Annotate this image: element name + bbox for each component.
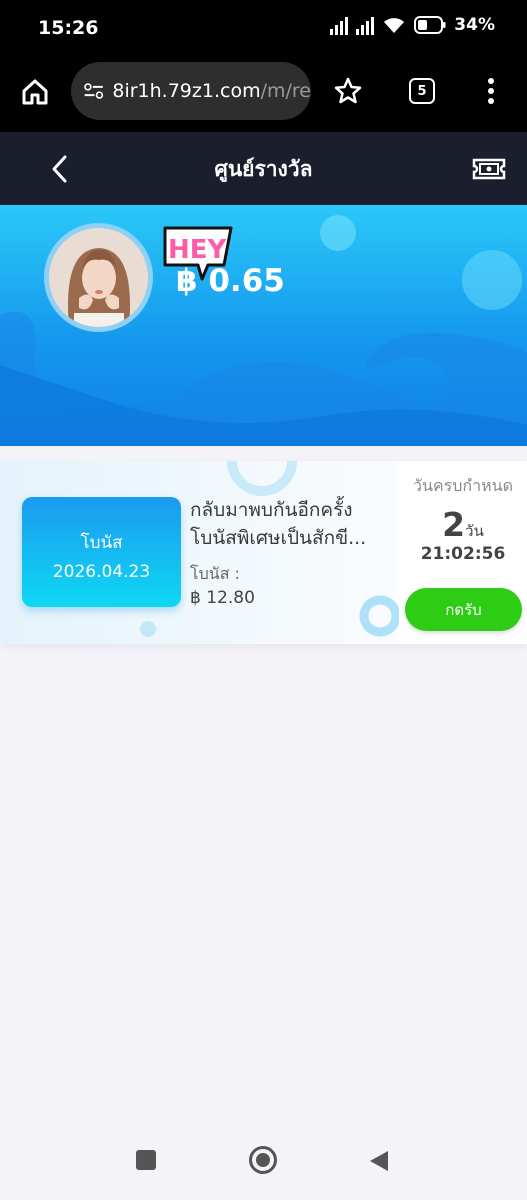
home-icon[interactable] (20, 77, 50, 107)
days-unit: วัน (465, 522, 484, 540)
bonus-deadline-panel: วันครบกำหนด 2วัน 21:02:56 กดรับ (399, 461, 527, 644)
bonus-title: กลับมาพบกันอีกครั้ง โบนัสพิเศษเป็นสักขี.… (190, 496, 375, 552)
signal-icon (356, 15, 375, 35)
more-icon[interactable] (485, 76, 497, 106)
status-time: 15:26 (38, 17, 99, 39)
avatar-photo (49, 228, 148, 327)
url-path: /m/re (260, 80, 311, 102)
browser-toolbar: 8ir1h.79z1.com/m/re 5 (0, 58, 527, 132)
bonus-box-label: โบนัส (80, 533, 123, 553)
bonus-amount: ฿ 12.80 (190, 588, 255, 608)
back-nav-icon[interactable] (368, 1149, 390, 1173)
address-bar[interactable]: 8ir1h.79z1.com/m/re (71, 62, 311, 120)
bonus-date-box: โบนัส 2026.04.23 (22, 497, 181, 607)
page-title: ศูนย์รางวัล (214, 157, 313, 181)
battery-percent: 34% (454, 15, 495, 35)
site-settings-icon[interactable] (83, 80, 104, 102)
bonus-title-line1: กลับมาพบกันอีกครั้ง (190, 499, 353, 521)
home-nav-icon[interactable] (248, 1145, 278, 1175)
square-nav-icon[interactable] (135, 1149, 157, 1171)
profile-banner: HEY ฿ 0.65 (0, 205, 527, 446)
days-number: 2 (442, 505, 466, 544)
deadline-label: วันครบกำหนด (413, 476, 513, 495)
url-host: 8ir1h.79z1.com (112, 80, 261, 102)
system-nav-bar (0, 1130, 527, 1200)
wifi-icon (384, 18, 405, 33)
bonus-title-line2: โบนัสพิเศษเป็นสักขี... (190, 527, 367, 549)
balance-amount: ฿ 0.65 (176, 263, 285, 299)
hey-badge-text: HEY (168, 235, 228, 265)
tabs-icon[interactable]: 5 (409, 78, 435, 104)
status-bar: 15:26 34% (0, 0, 527, 58)
url-text: 8ir1h.79z1.com/m/re (112, 80, 311, 102)
claim-button[interactable]: กดรับ (405, 588, 522, 631)
app-header: ศูนย์รางวัล (0, 132, 527, 205)
ticket-icon[interactable] (472, 156, 506, 182)
bonus-card: โบนัส 2026.04.23 กลับมาพบกันอีกครั้ง โบน… (0, 461, 527, 644)
star-icon[interactable] (333, 76, 363, 106)
battery-icon (414, 16, 446, 34)
bonus-label: โบนัส : (190, 564, 240, 583)
bonus-box-date: 2026.04.23 (52, 562, 151, 582)
signal-icon (330, 15, 349, 35)
status-icons: 34% (330, 15, 495, 35)
days-remaining: 2วัน (399, 505, 527, 544)
avatar (44, 223, 153, 332)
countdown-timer: 21:02:56 (420, 544, 506, 564)
